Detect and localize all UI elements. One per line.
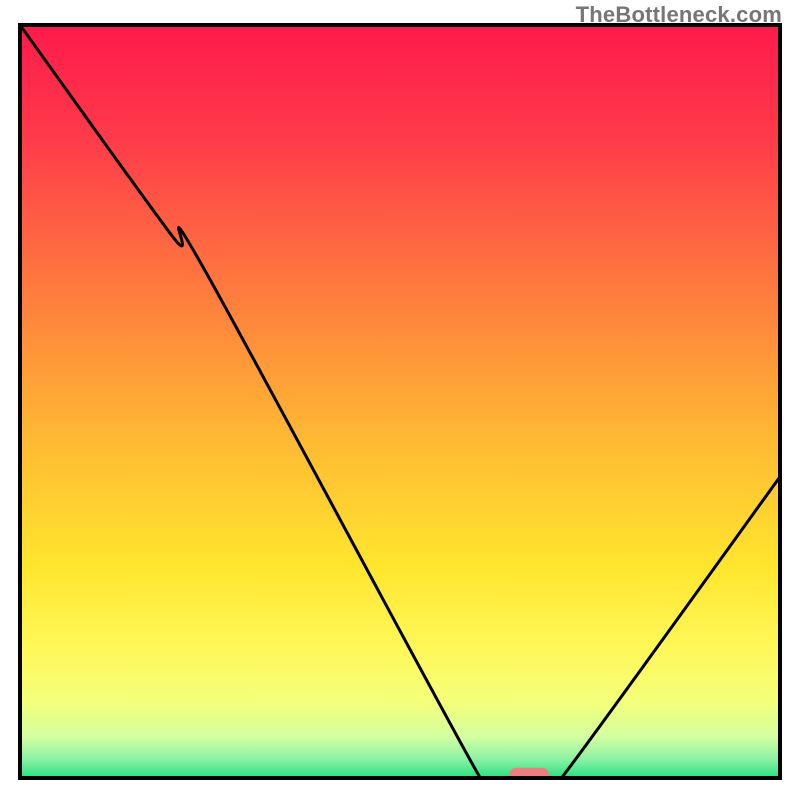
- gradient-background: [20, 25, 780, 778]
- chart-container: TheBottleneck.com: [0, 0, 800, 800]
- bottleneck-chart: [0, 0, 800, 800]
- watermark-text: TheBottleneck.com: [576, 2, 782, 28]
- plot-area: [20, 25, 780, 800]
